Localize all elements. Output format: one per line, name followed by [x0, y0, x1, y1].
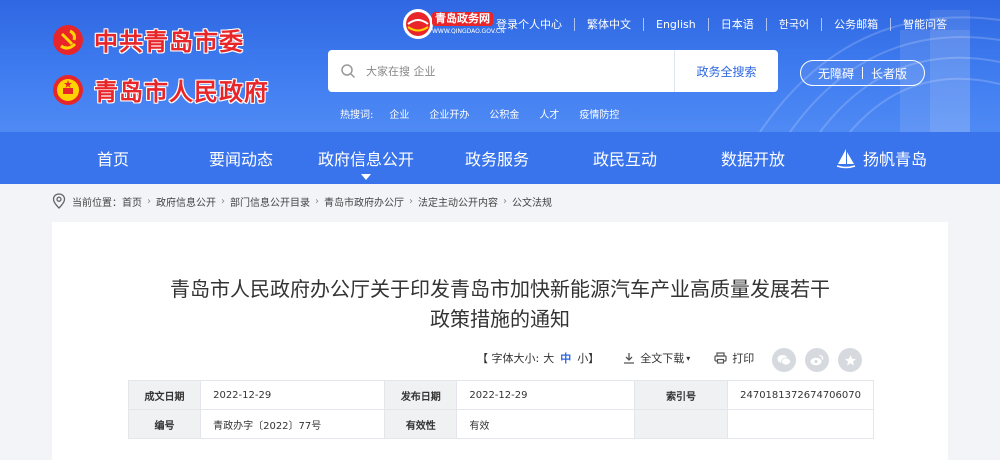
link-login[interactable]: 登录个人中心 [484, 18, 574, 31]
accessibility-toggle: 无障碍 长者版 [800, 60, 925, 86]
government-name: 青岛市人民政府 [94, 78, 269, 106]
link-smart-qa[interactable]: 智能问答 [890, 18, 959, 31]
meta-key-created-date: 成文日期 [127, 380, 202, 410]
hot-search-item[interactable]: 企业 [389, 106, 409, 121]
meta-key-validity: 有效性 [384, 409, 458, 439]
breadcrumb-item[interactable]: 政府信息公开 [156, 194, 216, 209]
meta-key-doc-number: 编号 [127, 409, 202, 439]
font-small-button[interactable]: 小】 [577, 350, 599, 366]
download-icon [624, 353, 635, 364]
nav-news[interactable]: 要闻动态 [209, 132, 273, 184]
party-emblem-icon [53, 24, 83, 55]
table-row: 成文日期 2022-12-29 发布日期 2022-12-29 索引号 2470… [127, 380, 874, 410]
breadcrumb: 当前位置： 首页 › 政府信息公开 › 部门信息公开目录 › 青岛市政府办公厅 … [52, 193, 552, 209]
article-title-line1: 青岛市人民政府办公厅关于印发青岛市加快新能源汽车产业高质量发展若干 [170, 277, 830, 301]
breadcrumb-separator: › [147, 195, 151, 207]
hot-search-item[interactable]: 公积金 [489, 106, 519, 121]
share-wechat-button[interactable] [772, 348, 796, 372]
government-brand[interactable]: 青岛市人民政府 [52, 72, 269, 107]
font-size-label: 【 字体大小: [477, 352, 540, 365]
party-committee-name: 中共青岛市委 [94, 28, 244, 56]
breadcrumb-item[interactable]: 法定主动公开内容 [418, 194, 498, 209]
main-nav: 首页 要闻动态 政府信息公开 政务服务 政民互动 数据开放 扬帆青岛 [0, 132, 1000, 184]
search-button[interactable]: 政务全搜索 [674, 50, 778, 92]
party-committee-brand[interactable]: 中共青岛市委 [52, 22, 244, 57]
search-box: 政务全搜索 [328, 50, 778, 92]
nav-government-info[interactable]: 政府信息公开 [318, 132, 414, 184]
download-button[interactable]: 全文下载 ▾ [623, 350, 690, 366]
meta-value-validity: 有效 [456, 409, 636, 439]
print-button[interactable]: 打印 [714, 350, 754, 366]
hot-search-label: 热搜词: [340, 110, 374, 121]
barrier-free-button[interactable]: 无障碍 [810, 65, 862, 82]
meta-key-index-number: 索引号 [634, 380, 729, 410]
chevron-down-icon: ▾ [686, 353, 691, 363]
nav-home[interactable]: 首页 [97, 132, 129, 184]
site-header: 中共青岛市委 青岛市人民政府 青岛政务网 WWW.QINGDAO.GOV.CN … [0, 0, 1000, 132]
nav-government-services[interactable]: 政务服务 [465, 132, 529, 184]
link-japanese[interactable]: 日本语 [707, 18, 766, 31]
print-icon [714, 352, 727, 364]
font-medium-button[interactable]: 中 [560, 350, 571, 366]
breadcrumb-separator: › [503, 195, 507, 207]
font-large-button[interactable]: 大 [543, 350, 554, 366]
star-icon [844, 354, 856, 365]
breadcrumb-item[interactable]: 公文法规 [512, 194, 552, 209]
meta-value-published-date: 2022-12-29 [456, 380, 636, 410]
meta-value-created-date: 2022-12-29 [200, 380, 386, 410]
weibo-icon [810, 354, 824, 366]
location-pin-icon [52, 193, 66, 209]
link-korean[interactable]: 한국어 [765, 18, 821, 31]
article-panel: 青岛市人民政府办公厅关于印发青岛市加快新能源汽车产业高质量发展若干 政策措施的通… [52, 222, 948, 460]
breadcrumb-separator: › [409, 195, 413, 207]
hot-search-item[interactable]: 疫情防控 [579, 106, 619, 121]
breadcrumb-separator: › [221, 195, 225, 207]
globe-logo-icon [403, 9, 433, 39]
search-icon [341, 64, 356, 79]
print-label: 打印 [732, 352, 755, 365]
meta-key-empty [634, 409, 729, 439]
hot-search-item[interactable]: 企业开办 [429, 106, 469, 121]
national-emblem-icon [53, 74, 83, 105]
favorite-button[interactable] [838, 348, 862, 372]
sail-icon [836, 149, 856, 169]
elderly-mode-button[interactable]: 长者版 [863, 65, 915, 82]
meta-value-empty [727, 409, 874, 439]
breadcrumb-item[interactable]: 部门信息公开目录 [230, 194, 310, 209]
breadcrumb-label: 当前位置： [72, 197, 122, 209]
link-english[interactable]: English [643, 18, 708, 31]
wechat-icon [777, 355, 791, 366]
article-title: 青岛市人民政府办公厅关于印发青岛市加快新能源汽车产业高质量发展若干 政策措施的通… [52, 274, 948, 334]
breadcrumb-item[interactable]: 首页 [122, 194, 142, 209]
share-weibo-button[interactable] [805, 348, 829, 372]
table-row: 编号 青政办字〔2022〕77号 有效性 有效 [127, 409, 874, 439]
nav-interaction[interactable]: 政民互动 [593, 132, 657, 184]
meta-key-published-date: 发布日期 [384, 380, 458, 410]
breadcrumb-item[interactable]: 青岛市政府办公厅 [324, 194, 404, 209]
link-official-email[interactable]: 公务邮箱 [821, 18, 890, 31]
hot-search: 热搜词: 企业 企业开办 公积金 人才 疫情防控 [340, 106, 639, 121]
top-links: 登录个人中心 繁体中文 English 日本语 한국어 公务邮箱 智能问答 [484, 18, 959, 31]
document-meta-table: 成文日期 2022-12-29 发布日期 2022-12-29 索引号 2470… [127, 380, 874, 439]
article-tools: 【 字体大小: 大 中 小】 全文下载 ▾ 打印 [477, 350, 754, 366]
nav-sail-qingdao-label: 扬帆青岛 [863, 150, 928, 169]
hot-search-item[interactable]: 人才 [539, 106, 559, 121]
article-title-line2: 政策措施的通知 [430, 307, 570, 331]
nav-open-data[interactable]: 数据开放 [721, 132, 785, 184]
nav-sail-qingdao[interactable]: 扬帆青岛 [835, 132, 927, 184]
breadcrumb-separator: › [315, 195, 319, 207]
meta-value-index-number: 2470181372674706070 [727, 380, 874, 410]
link-traditional-chinese[interactable]: 繁体中文 [574, 18, 643, 31]
search-input[interactable] [366, 64, 666, 78]
download-label: 全文下载 [640, 352, 685, 365]
meta-value-doc-number: 青政办字〔2022〕77号 [200, 409, 386, 439]
portal-logo[interactable]: 青岛政务网 WWW.QINGDAO.GOV.CN [402, 8, 505, 40]
